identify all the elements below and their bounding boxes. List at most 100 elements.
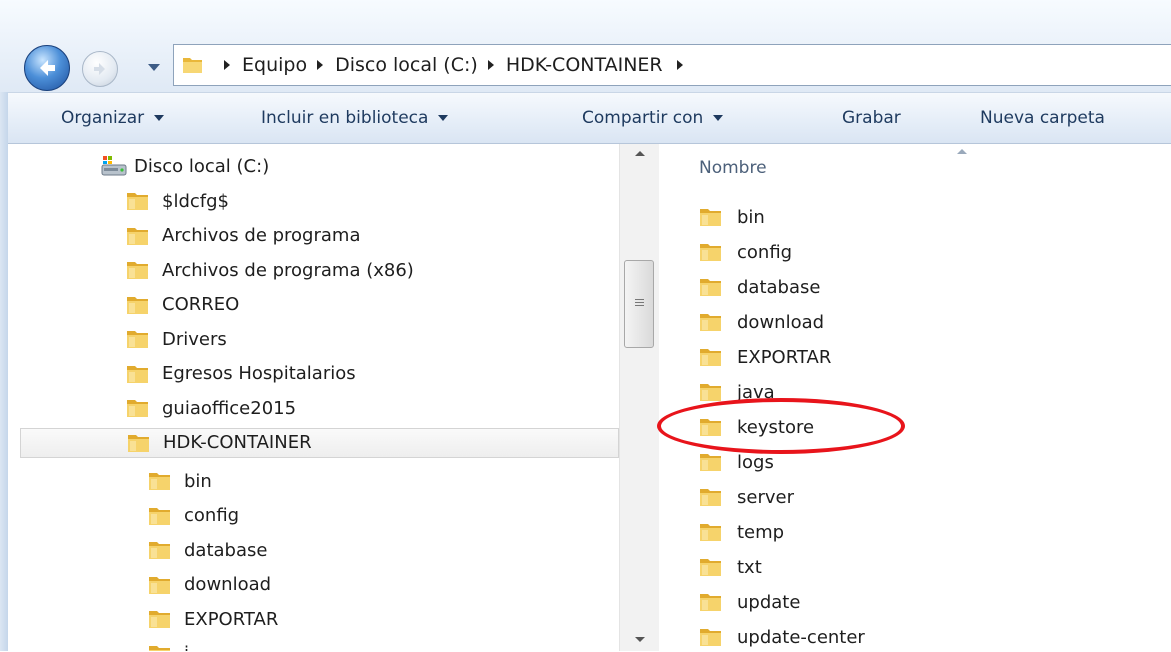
- tree-subitem-label: config: [184, 505, 240, 526]
- folder-icon: [699, 311, 723, 333]
- tree-item-selected[interactable]: HDK-CONTAINER: [20, 427, 619, 458]
- folder-icon: [699, 626, 723, 648]
- forward-button[interactable]: [82, 51, 118, 87]
- folder-icon: [148, 470, 172, 492]
- tree-scrollbar[interactable]: [619, 144, 659, 651]
- breadcrumb-item-equipo[interactable]: Equipo: [214, 54, 307, 76]
- file-list-label: bin: [737, 206, 765, 228]
- file-list-item[interactable]: EXPORTAR: [699, 342, 831, 372]
- file-list-label: update-center: [737, 626, 865, 648]
- scroll-down-button[interactable]: [620, 627, 660, 651]
- file-list-item[interactable]: download: [699, 307, 824, 337]
- tree-subitem[interactable]: j: [148, 639, 189, 651]
- file-list-label: logs: [737, 451, 774, 473]
- breadcrumb-expand-icon[interactable]: [676, 60, 683, 70]
- organize-button[interactable]: Organizar: [61, 108, 165, 128]
- include-library-label: Incluir en biblioteca: [261, 108, 429, 128]
- breadcrumb-item-hdk-container[interactable]: HDK-CONTAINER: [478, 54, 663, 76]
- window-frame-edge: [0, 0, 8, 651]
- tree-item-label: Disco local (C:): [134, 155, 270, 177]
- breadcrumb-item-drive[interactable]: Disco local (C:): [307, 54, 478, 76]
- tree-label: Drivers: [162, 328, 227, 350]
- file-list-label: txt: [737, 556, 762, 578]
- folder-icon: [699, 241, 723, 263]
- file-list-label: server: [737, 486, 794, 508]
- file-list-label: temp: [737, 521, 785, 543]
- file-list-item[interactable]: bin: [699, 202, 765, 232]
- folder-icon: [699, 451, 723, 473]
- tree-item[interactable]: CORREO: [126, 290, 239, 320]
- tree-item[interactable]: Drivers: [126, 324, 227, 354]
- tree-subitem-label: download: [184, 574, 272, 595]
- breadcrumb-label[interactable]: Equipo: [242, 54, 307, 76]
- navigation-tree: Disco local (C:) $ldcfg$ Archivos de prog…: [8, 144, 619, 651]
- file-list-label: database: [737, 276, 821, 298]
- annotation-ellipse: [657, 398, 905, 454]
- burn-label: Grabar: [842, 108, 901, 128]
- tree-subitem[interactable]: config: [148, 501, 239, 531]
- file-list-item[interactable]: txt: [699, 552, 762, 582]
- tree-item[interactable]: $ldcfg$: [126, 186, 229, 216]
- folder-icon: [699, 486, 723, 508]
- tree-subitem[interactable]: EXPORTAR: [148, 604, 278, 634]
- address-box[interactable]: Equipo Disco local (C:) HDK-CONTAINER: [173, 44, 1171, 86]
- command-toolbar: Organizar Incluir en biblioteca Comparti…: [8, 92, 1171, 144]
- scroll-up-button[interactable]: [620, 144, 660, 168]
- folder-icon: [126, 397, 150, 419]
- file-list-item[interactable]: server: [699, 482, 794, 512]
- file-list-item[interactable]: database: [699, 272, 820, 302]
- folder-icon: [126, 225, 150, 247]
- breadcrumb-label[interactable]: HDK-CONTAINER: [506, 54, 663, 76]
- folder-icon: [699, 521, 723, 543]
- folder-icon: [127, 432, 151, 454]
- file-list-item[interactable]: update-center: [699, 622, 865, 652]
- tree-item[interactable]: Archivos de programa (x86): [126, 255, 414, 285]
- folder-icon: [182, 55, 204, 79]
- file-list-pane: Nombre bin config database download EXPORTAR…: [659, 144, 1171, 651]
- tree-subitem-label: database: [184, 539, 268, 561]
- file-list-item[interactable]: update: [699, 587, 800, 617]
- chevron-down-icon: [154, 115, 165, 121]
- file-list-label: EXPORTAR: [737, 346, 832, 368]
- tree-label: $ldcfg$: [162, 190, 229, 212]
- tree-item[interactable]: Egresos Hospitalarios: [126, 359, 356, 389]
- folder-icon: [126, 190, 150, 212]
- drive-icon: [100, 155, 128, 177]
- column-header-name[interactable]: Nombre: [699, 158, 767, 178]
- breadcrumb-separator-icon[interactable]: [224, 60, 230, 70]
- file-list-label: download: [737, 311, 825, 333]
- tree-item-drive-c[interactable]: Disco local (C:): [100, 151, 269, 181]
- share-label: Compartir con: [582, 108, 704, 128]
- tree-subitem-label: EXPORTAR: [184, 608, 279, 630]
- back-button[interactable]: [24, 45, 70, 91]
- tree-label: Archivos de programa: [162, 225, 361, 246]
- tree-label: Archivos de programa (x86): [162, 259, 414, 281]
- folder-icon: [126, 294, 150, 316]
- column-header-label: Nombre: [699, 158, 767, 178]
- breadcrumb-separator-icon[interactable]: [317, 60, 324, 70]
- breadcrumb-separator-icon[interactable]: [487, 60, 494, 70]
- share-with-button[interactable]: Compartir con: [582, 108, 724, 128]
- file-list-item[interactable]: temp: [699, 517, 784, 547]
- include-in-library-button[interactable]: Incluir en biblioteca: [261, 108, 449, 128]
- tree-subitem[interactable]: download: [148, 570, 271, 600]
- tree-subitem[interactable]: bin: [148, 466, 212, 496]
- file-list-label: config: [737, 241, 793, 263]
- file-list-item[interactable]: config: [699, 237, 792, 267]
- breadcrumb-label[interactable]: Disco local (C:): [335, 54, 478, 76]
- folder-icon: [148, 643, 172, 651]
- new-folder-button[interactable]: Nueva carpeta: [980, 108, 1105, 128]
- navigation-bar: Equipo Disco local (C:) HDK-CONTAINER: [0, 0, 1171, 92]
- recent-pages-dropdown-icon[interactable]: [147, 63, 161, 73]
- tree-label: HDK-CONTAINER: [163, 432, 312, 453]
- burn-button[interactable]: Grabar: [842, 108, 901, 128]
- tree-item[interactable]: Archivos de programa: [126, 221, 360, 251]
- file-list-label: update: [737, 591, 801, 613]
- new-folder-label: Nueva carpeta: [980, 108, 1105, 128]
- folder-icon: [699, 591, 723, 613]
- tree-subitem[interactable]: database: [148, 535, 267, 565]
- folder-icon: [126, 328, 150, 350]
- tree-item[interactable]: guiaoffice2015: [126, 393, 296, 423]
- tree-subitem-label: bin: [184, 470, 212, 492]
- scroll-thumb[interactable]: [624, 260, 654, 348]
